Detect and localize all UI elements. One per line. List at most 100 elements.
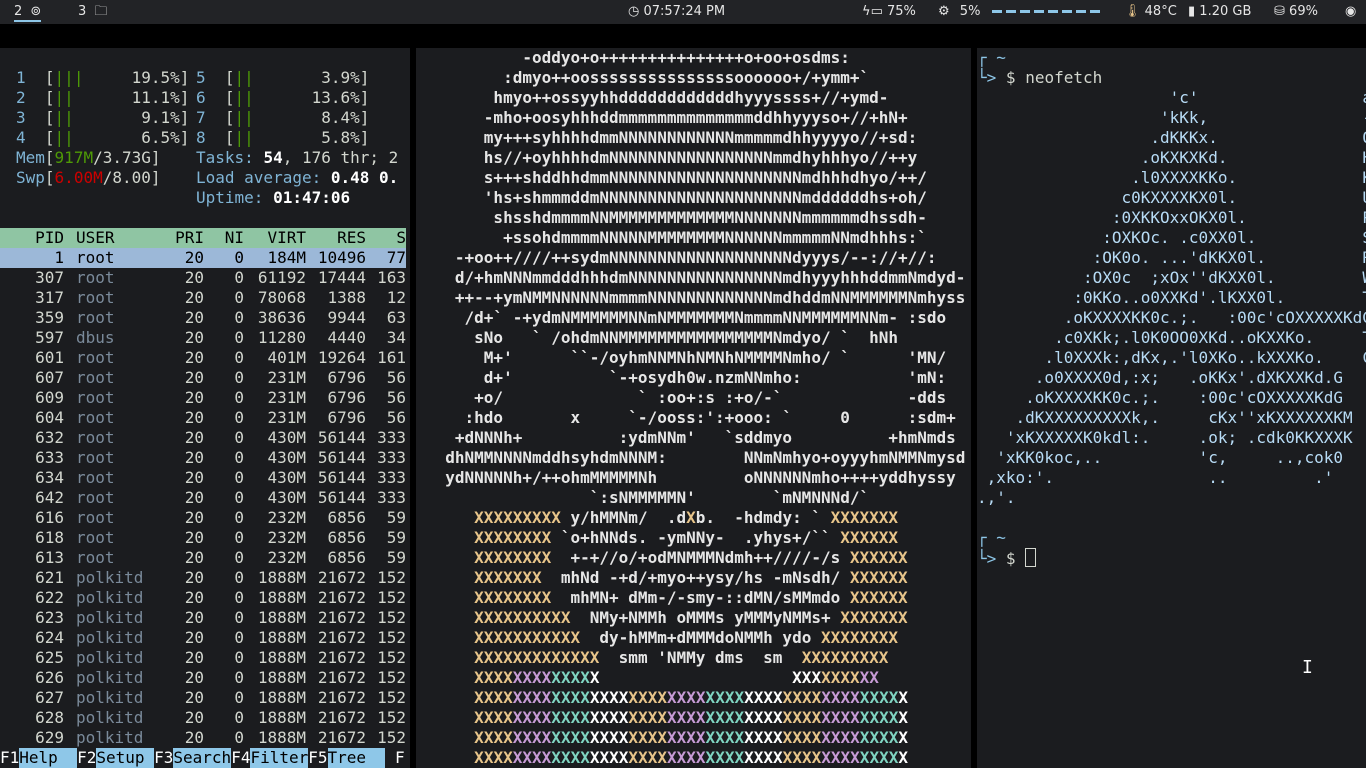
cell-user: root [76, 548, 115, 567]
table-row[interactable]: 613 root 20 0 232M 6856 59 [0, 548, 406, 568]
table-row[interactable]: 618 root 20 0 232M 6856 59 [0, 528, 406, 548]
cell-s: 333 [377, 448, 406, 467]
table-row[interactable]: 622 polkitd 20 0 1888M 21672 152 [0, 588, 406, 608]
table-row[interactable]: 623 polkitd 20 0 1888M 21672 152 [0, 608, 406, 628]
ascii-art-pane[interactable]: -oddyo+o+++++++++++++++o+oo+osdms: :dmyo… [416, 48, 971, 768]
neofetch-logo-line: .oKXXXXKK0c.;. :00c'cOXXXXXKdG [977, 308, 1366, 327]
prompt-header: ┌ ~ [977, 48, 1006, 67]
cell-pri: 20 [184, 648, 204, 667]
table-row[interactable]: 625 polkitd 20 0 1888M 21672 152 [0, 648, 406, 668]
table-row[interactable]: 621 polkitd 20 0 1888M 21672 152 [0, 568, 406, 588]
cpu-meter-gap [74, 88, 132, 107]
fkey-1[interactable]: F2 [77, 748, 96, 768]
cell-pid: 616 [35, 508, 64, 527]
folder-icon: 🗀 [94, 4, 108, 19]
neofetch-logo-line: .l0XXXk:,dKx,.'l0XKo..kXXXKo. C [977, 348, 1366, 367]
table-row[interactable]: 607 root 20 0 231M 6796 56 [0, 368, 406, 388]
discord-icon[interactable]: ◉ [1345, 3, 1356, 21]
fkey-2[interactable]: F3 [154, 748, 173, 768]
table-row[interactable]: 626 polkitd 20 0 1888M 21672 152 [0, 668, 406, 688]
column-pid[interactable]: PID [0, 228, 64, 248]
ascii-art-line: XXXXXXX mhNd -+d/+myo++ysy/hs -mNsdh/ XX… [474, 568, 908, 587]
cpu-meter-close: ] [359, 108, 370, 127]
column-ni[interactable]: NI [208, 228, 244, 248]
neofetch-logo-line: :OX0c ;xOx''dKXX0l. W [977, 268, 1366, 287]
terminal-cursor[interactable] [1025, 548, 1037, 567]
cell-user: root [76, 288, 115, 307]
process-table-header[interactable]: PID USER PRI NI VIRT RES S [0, 228, 406, 248]
table-row[interactable]: 624 polkitd 20 0 1888M 21672 152 [0, 628, 406, 648]
table-row[interactable]: 601 root 20 0 401M 19264 161 [0, 348, 406, 368]
ascii-art-line: my+++syhhhhdmmNNNNNNNNNNNNmmmmmdhhyyyyo/… [426, 128, 918, 147]
cell-res: 56144 [317, 428, 366, 447]
cell-user: root [76, 448, 115, 467]
fkey-label-3[interactable]: Filter [250, 748, 309, 768]
table-row[interactable]: 642 root 20 0 430M 56144 333 [0, 488, 406, 508]
cpu-meter-value: 19.5% [131, 68, 180, 87]
cpu-value: 5% [959, 4, 981, 19]
clock[interactable]: ◷ 07:57:24 PM [628, 3, 725, 21]
cell-res: 21672 [317, 728, 366, 747]
ascii-art-line: XXXXXXXX `o+hNNds. -ymNNy- .yhys+/`` XXX… [474, 528, 899, 547]
table-row[interactable]: 317 root 20 0 78068 1388 12 [0, 288, 406, 308]
cpu-meter-bar: || [234, 88, 254, 107]
cell-virt: 430M [267, 448, 306, 467]
cell-pri: 20 [184, 448, 204, 467]
table-row[interactable]: 633 root 20 0 430M 56144 333 [0, 448, 406, 468]
fkey-label-0[interactable]: Help [19, 748, 78, 768]
neofetch-logo-line: :0XKKOxxOKX0l. P [977, 208, 1366, 227]
cell-virt: 430M [267, 488, 306, 507]
table-row[interactable]: 616 root 20 0 232M 6856 59 [0, 508, 406, 528]
table-row[interactable]: 634 root 20 0 430M 56144 333 [0, 468, 406, 488]
cpu-meter-gap [74, 128, 141, 147]
column-virt[interactable]: VIRT [248, 228, 306, 248]
cell-s: 152 [377, 668, 406, 687]
fkey-0[interactable]: F1 [0, 748, 19, 768]
fkey-label-1[interactable]: Setup [96, 748, 155, 768]
cell-user: polkitd [76, 668, 144, 687]
cell-res: 6856 [327, 508, 366, 527]
cell-pri: 20 [184, 248, 204, 267]
column-res[interactable]: RES [306, 228, 366, 248]
table-row[interactable]: 609 root 20 0 231M 6796 56 [0, 388, 406, 408]
table-row[interactable]: 1 root 20 0 184M 10496 77 [0, 248, 406, 268]
cell-virt: 430M [267, 428, 306, 447]
cpu-meter-open: [ [205, 68, 235, 87]
fkey-4[interactable]: F5 [308, 748, 327, 768]
htop-pane[interactable]: 1 [||| 19.5%] 2 [|| 11.1%] 3 [|| 9.1%] 4 [|… [0, 48, 410, 768]
cpu-meter-number: 4 [16, 128, 26, 147]
workspace-2[interactable]: 2 ⊚ [14, 3, 42, 22]
table-row[interactable]: 307 root 20 0 61192 17444 163 [0, 268, 406, 288]
table-row[interactable]: 604 root 20 0 231M 6796 56 [0, 408, 406, 428]
fkey-5[interactable]: F [385, 748, 405, 768]
workspace-3[interactable]: 3 🗀 [78, 3, 107, 21]
table-row[interactable]: 359 root 20 0 38636 9944 63 [0, 308, 406, 328]
column-user[interactable]: USER [76, 228, 172, 248]
cell-ni: 0 [234, 728, 244, 747]
fkey-label-4[interactable]: Tree [327, 748, 386, 768]
table-row[interactable]: 632 root 20 0 430M 56144 333 [0, 428, 406, 448]
cell-res: 21672 [317, 708, 366, 727]
cell-virt: 1888M [257, 688, 306, 707]
table-row[interactable]: 629 polkitd 20 0 1888M 21672 152 [0, 728, 406, 748]
cell-res: 21672 [317, 608, 366, 627]
table-row[interactable]: 627 polkitd 20 0 1888M 21672 152 [0, 688, 406, 708]
cell-virt: 1888M [257, 728, 306, 747]
cell-pid: 632 [35, 428, 64, 447]
fkey-label-2[interactable]: Search [173, 748, 232, 768]
column-shr[interactable]: S [368, 228, 406, 248]
ascii-art-line: M+' ``-/oyhmNNMNhNMNhNMMMMNmho/ ` 'MN/ [426, 348, 947, 367]
table-row[interactable]: 628 polkitd 20 0 1888M 21672 152 [0, 708, 406, 728]
fkey-3[interactable]: F4 [231, 748, 250, 768]
cell-user: root [76, 248, 115, 267]
cell-user: polkitd [76, 588, 144, 607]
cell-pri: 20 [184, 348, 204, 367]
neofetch-logo-line: c0KXXXXKX0l. U [977, 188, 1366, 207]
cpu-meter-bar: ||| [54, 68, 84, 87]
cpu-meter-gap [254, 128, 321, 147]
cell-pid: 359 [35, 308, 64, 327]
table-row[interactable]: 597 dbus 20 0 11280 4440 34 [0, 328, 406, 348]
cpu-meter-close: ] [179, 88, 190, 107]
memory-meter: Mem[917M/3.73G] [16, 148, 161, 167]
column-pri[interactable]: PRI [160, 228, 204, 248]
